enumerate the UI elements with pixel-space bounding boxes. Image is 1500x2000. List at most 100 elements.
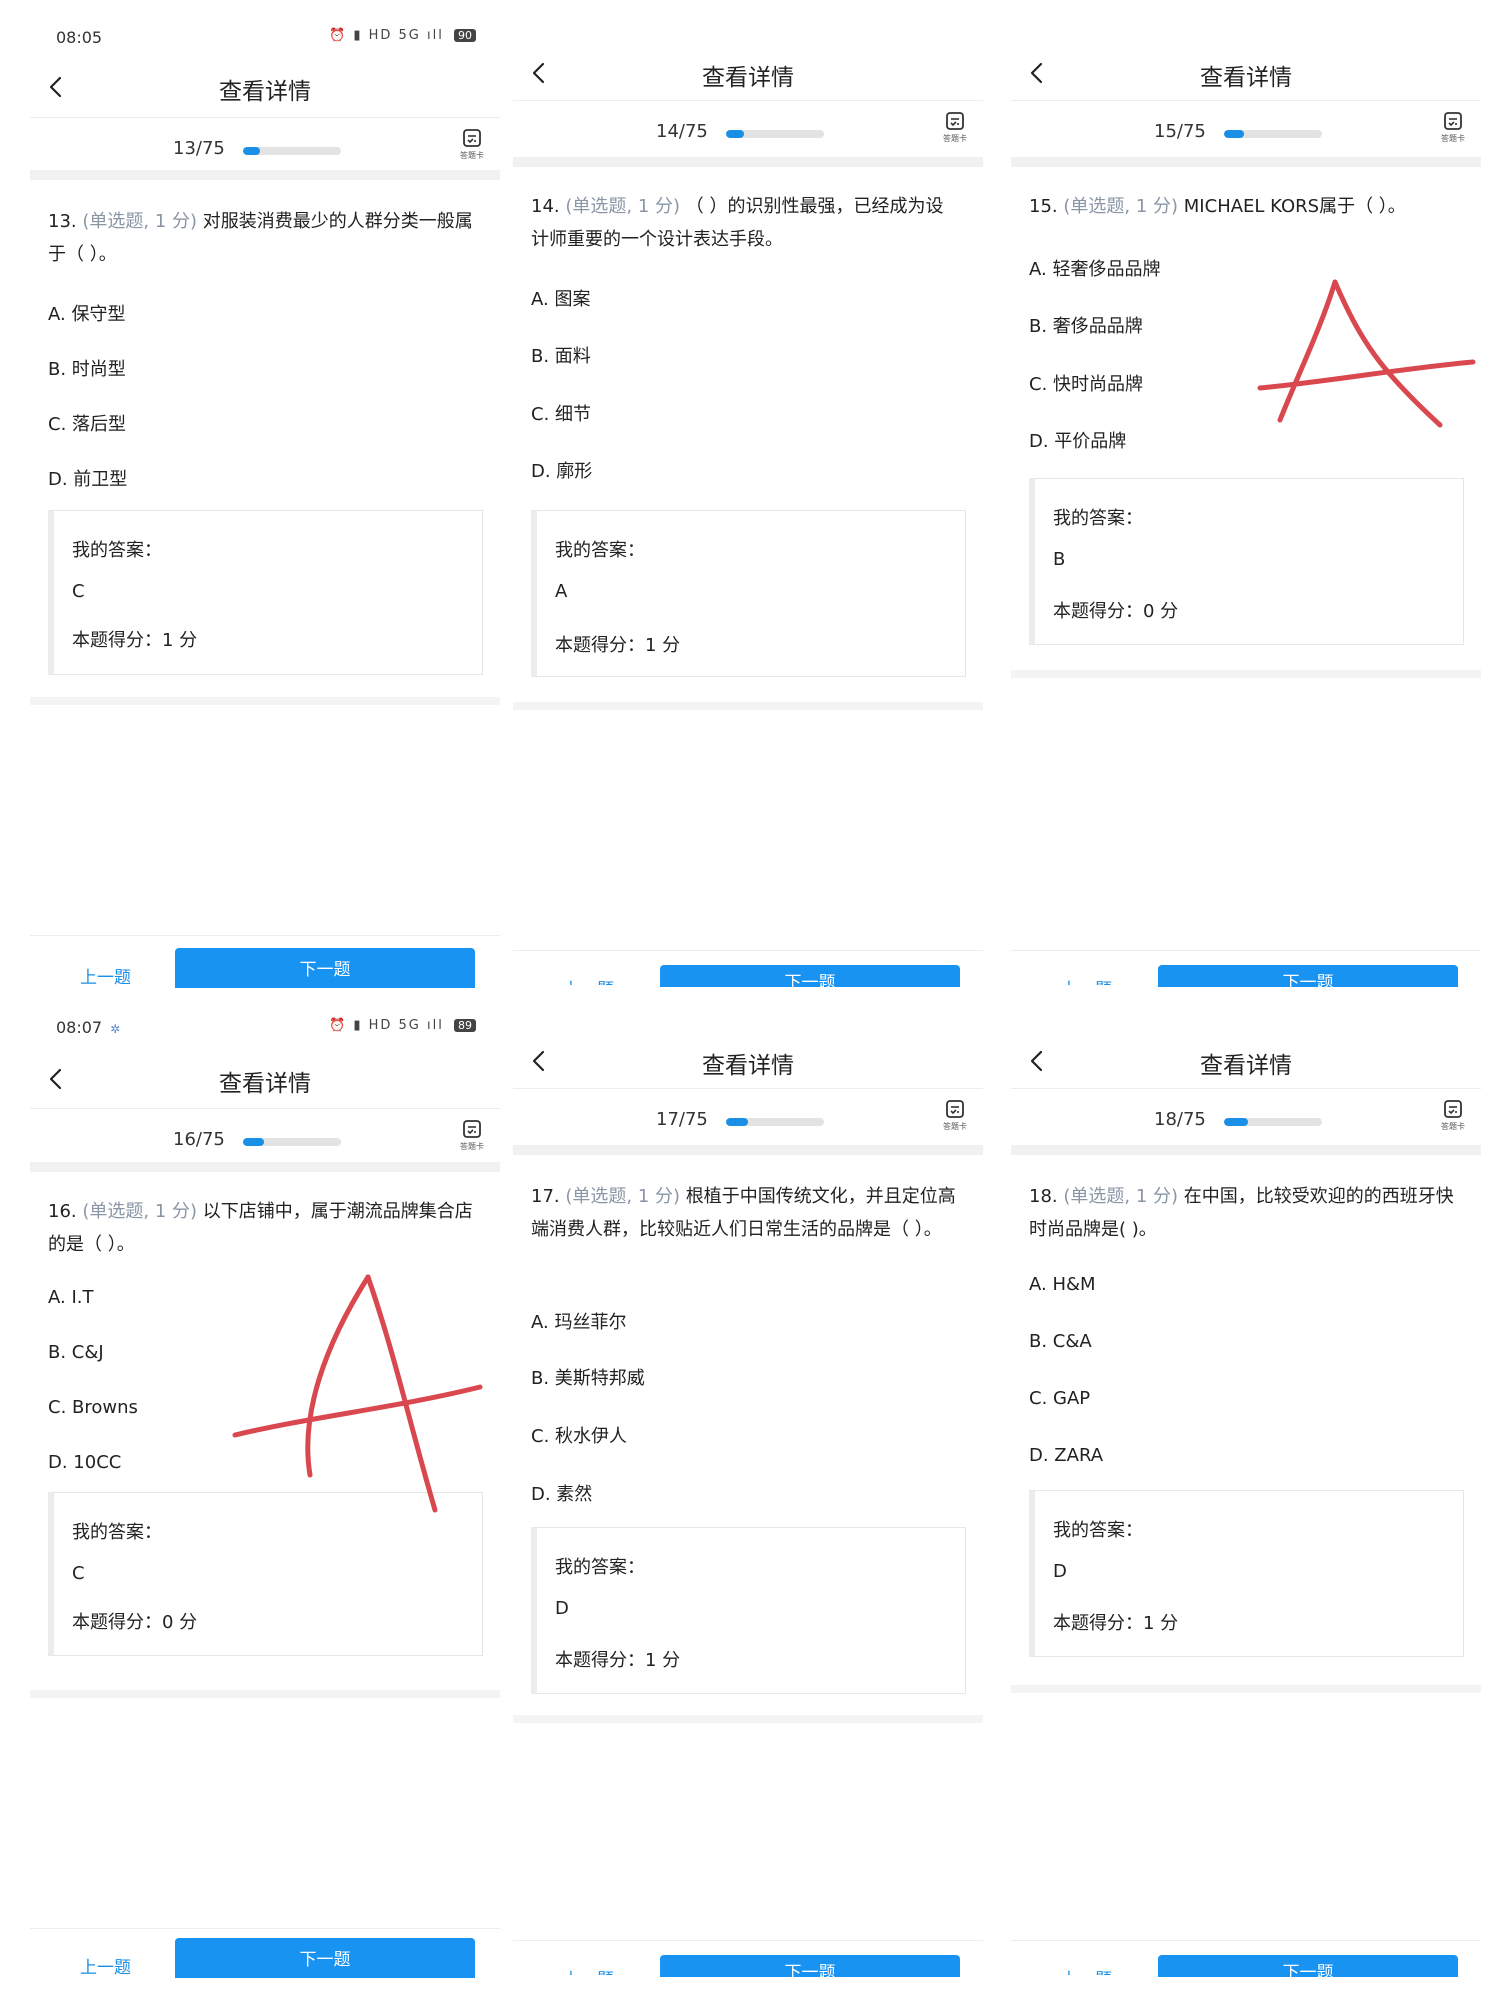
option-d[interactable]: D. 廓形 — [531, 457, 592, 483]
my-answer-box: 我的答案： D 本题得分：1 分 — [531, 1527, 966, 1694]
answer-card-button[interactable]: 答题卡 — [454, 1119, 490, 1163]
option-a[interactable]: A. 轻奢侈品品牌 — [1029, 255, 1160, 281]
progress-bar-fill — [1224, 130, 1244, 138]
progress-counter: 18/75 — [1154, 1109, 1206, 1130]
prev-question-button[interactable]: 上一题 — [563, 975, 614, 985]
next-question-button[interactable]: 下一题 — [1158, 1955, 1458, 1977]
bottom-divider — [513, 702, 983, 710]
next-question-button[interactable]: 下一题 — [660, 1955, 960, 1977]
next-question-button[interactable]: 下一题 — [175, 1938, 475, 1978]
top-bar: 查看详情 — [30, 1058, 500, 1102]
answer-card-button[interactable]: 答题卡 — [1435, 1099, 1471, 1143]
option-c[interactable]: C. 秋水伊人 — [531, 1422, 627, 1448]
score-label: 本题得分： — [555, 635, 645, 656]
answer-card-icon — [946, 1100, 964, 1118]
status-bar: 08:05 ⏰ ▮ HD 5G ıll 90 — [30, 0, 500, 70]
score-value: 0 分 — [1143, 601, 1179, 622]
option-b[interactable]: B. 时尚型 — [48, 355, 126, 381]
option-b[interactable]: B. 奢侈品品牌 — [1029, 312, 1143, 338]
option-a[interactable]: A. 保守型 — [48, 300, 125, 326]
footer-line — [513, 950, 983, 951]
question-text: 18. (单选题, 1 分) 在中国，比较受欢迎的的西班牙快时尚品牌是( )。 — [1029, 1180, 1457, 1246]
score-label: 本题得分： — [72, 630, 162, 651]
page-title: 查看详情 — [702, 65, 794, 91]
option-c[interactable]: C. Browns — [48, 1397, 138, 1418]
answer-card-button[interactable]: 答题卡 — [1435, 111, 1471, 155]
question-type: (单选题, 1 分) — [565, 196, 681, 217]
option-d[interactable]: D. ZARA — [1029, 1445, 1103, 1466]
option-c[interactable]: C. 细节 — [531, 400, 591, 426]
top-bar: 查看详情 — [30, 66, 500, 110]
bottom-divider — [30, 697, 500, 705]
score-text: 本题得分：1 分 — [555, 1646, 680, 1672]
prev-question-button[interactable]: 上一题 — [1061, 1965, 1112, 1975]
answer-card-button[interactable]: 答题卡 — [937, 1099, 973, 1143]
my-answer-label: 我的答案： — [72, 540, 162, 561]
score-text: 本题得分：0 分 — [1053, 597, 1178, 623]
option-c[interactable]: C. 落后型 — [48, 410, 126, 436]
progress-counter: 14/75 — [656, 121, 708, 142]
battery-level: 89 — [454, 1019, 476, 1032]
answer-card-icon — [463, 1120, 481, 1138]
next-question-button[interactable]: 下一题 — [660, 965, 960, 987]
question-stem: MICHAEL KORS属于（ ）。 — [1183, 196, 1406, 217]
answer-card-label: 答题卡 — [1441, 1122, 1465, 1131]
answer-card-label: 答题卡 — [460, 151, 484, 160]
section-divider — [1011, 157, 1481, 167]
answer-card-button[interactable]: 答题卡 — [454, 128, 490, 172]
score-label: 本题得分： — [1053, 1613, 1143, 1634]
option-a[interactable]: A. 玛丝菲尔 — [531, 1308, 626, 1334]
page-title: 查看详情 — [219, 1071, 311, 1097]
option-b[interactable]: B. C&A — [1029, 1331, 1092, 1352]
option-a[interactable]: A. 图案 — [531, 285, 590, 311]
progress-bar-fill — [1224, 1118, 1248, 1126]
option-b[interactable]: B. 美斯特邦威 — [531, 1364, 645, 1390]
prev-question-button[interactable]: 上一题 — [1061, 975, 1112, 985]
footer-line — [1011, 950, 1481, 951]
progress-bar — [243, 147, 341, 155]
my-answer-box: 我的答案： C 本题得分：0 分 — [48, 1492, 483, 1656]
progress-bar-fill — [726, 1118, 749, 1126]
question-number: 18. — [1029, 1186, 1058, 1207]
option-d[interactable]: D. 10CC — [48, 1452, 121, 1473]
my-answer-box: 我的答案： B 本题得分：0 分 — [1029, 478, 1464, 645]
answer-card-label: 答题卡 — [460, 1142, 484, 1151]
my-answer-box: 我的答案： D 本题得分：1 分 — [1029, 1490, 1464, 1657]
option-a[interactable]: A. I.T — [48, 1287, 93, 1308]
progress-counter: 15/75 — [1154, 121, 1206, 142]
progress-bar-fill — [726, 130, 745, 138]
my-answer-value: C — [72, 1563, 85, 1584]
answer-card-icon — [1444, 1100, 1462, 1118]
question-text: 16. (单选题, 1 分) 以下店铺中，属于潮流品牌集合店的是（ ）。 — [48, 1195, 476, 1261]
option-d[interactable]: D. 平价品牌 — [1029, 427, 1126, 453]
page-title: 查看详情 — [1200, 65, 1292, 91]
status-time: 08:05 — [56, 28, 103, 47]
question-number: 14. — [531, 196, 560, 217]
option-c[interactable]: C. 快时尚品牌 — [1029, 370, 1143, 396]
option-b[interactable]: B. C&J — [48, 1342, 104, 1363]
option-b[interactable]: B. 面料 — [531, 342, 591, 368]
prev-question-button[interactable]: 上一题 — [80, 1953, 131, 1978]
bottom-divider — [513, 1715, 983, 1723]
option-d[interactable]: D. 素然 — [531, 1480, 592, 1506]
section-divider — [513, 1145, 983, 1155]
option-d[interactable]: D. 前卫型 — [48, 465, 127, 491]
option-a[interactable]: A. H&M — [1029, 1274, 1096, 1295]
option-c[interactable]: C. GAP — [1029, 1388, 1090, 1409]
next-question-button[interactable]: 下一题 — [175, 948, 475, 988]
my-answer-value: B — [1053, 549, 1066, 570]
next-question-button[interactable]: 下一题 — [1158, 965, 1458, 987]
bottom-divider — [1011, 1685, 1481, 1693]
answer-card-button[interactable]: 答题卡 — [937, 111, 973, 155]
prev-question-button[interactable]: 上一题 — [563, 1965, 614, 1975]
question-text: 14. (单选题, 1 分) （ ）的识别性最强，已经成为设计师重要的一个设计表… — [531, 190, 959, 256]
progress-bar — [1224, 130, 1322, 138]
question-text: 13. (单选题, 1 分) 对服装消费最少的人群分类一般属于（ ）。 — [48, 205, 476, 271]
question-type: (单选题, 1 分) — [565, 1186, 681, 1207]
screen-panel: 查看详情 17/75 答题卡 17. (单选题, 1 分) 根植于中国传统文化，… — [513, 990, 983, 1980]
prev-question-button[interactable]: 上一题 — [80, 963, 131, 988]
score-text: 本题得分：0 分 — [72, 1608, 197, 1634]
screen-panel: 08:07 ✲ ⏰ ▮ HD 5G ıll 89 查看详情 16/75 答题卡 … — [30, 990, 500, 1980]
progress-bar — [726, 1118, 824, 1126]
status-icon-glyphs: ⏰ ▮ HD 5G ıll — [329, 1018, 444, 1033]
